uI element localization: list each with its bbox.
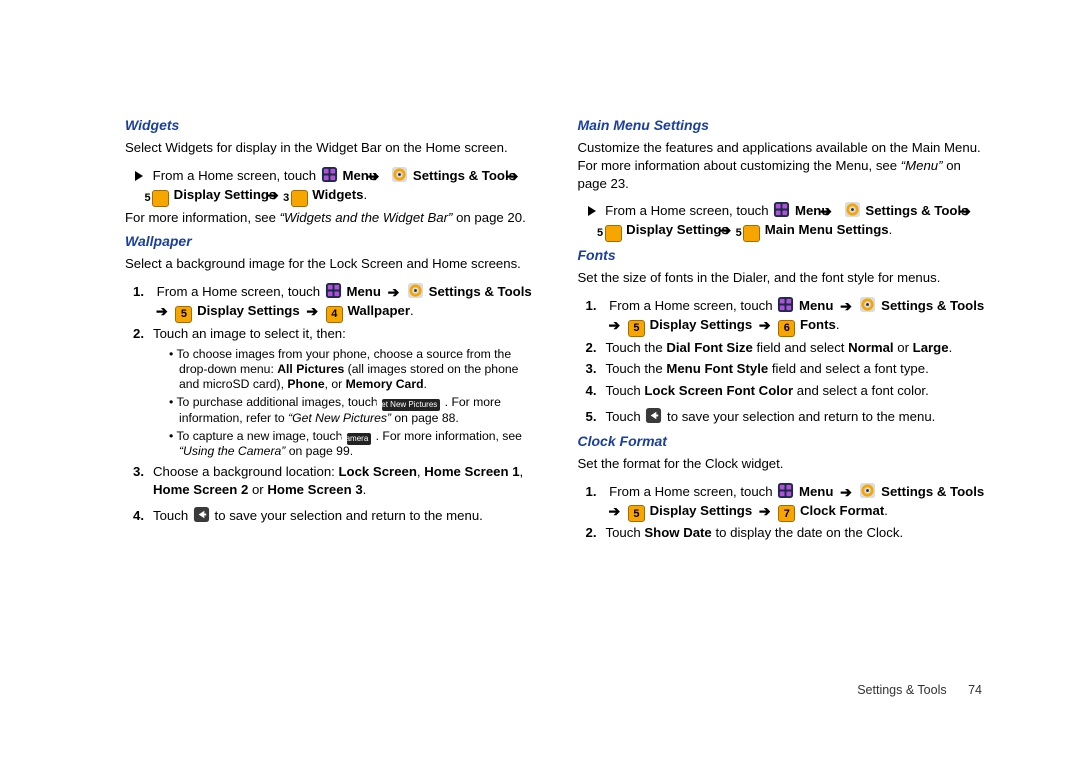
gear-icon [859,296,876,313]
number-badge-3: 3 [291,190,308,207]
fonts-step-3: 3.Touch the Menu Font Style field and se… [606,360,991,378]
number-badge-5: 5 [743,225,760,242]
number-badge-5: 5 [152,190,169,207]
number-badge-4: 4 [326,306,343,323]
arrow-icon: ➔ [606,316,624,335]
triangle-bullet-icon [135,171,143,181]
right-column: Main Menu Settings Customize the feature… [578,110,991,546]
menu-grid-icon [777,296,794,313]
number-badge-5: 5 [175,306,192,323]
wallpaper-intro: Select a background image for the Lock S… [125,255,538,273]
widgets-label: Widgets [312,187,363,202]
menu-grid-icon [777,482,794,499]
clock-step-2: 2.Touch Show Date to display the date on… [606,524,991,542]
clock-intro: Set the format for the Clock widget. [578,455,991,473]
wallpaper-step-2: 2.Touch an image to select it, then: [153,325,538,343]
fonts-step-4: 4.Touch Lock Screen Font Color and selec… [606,382,991,400]
settings-label: Settings & Tools [413,168,516,183]
gear-icon [859,482,876,499]
footer-page-number: 74 [968,683,982,697]
clock-heading: Clock Format [578,432,991,451]
clock-step-1: 1. From a Home screen, touch Menu ➔ Sett… [606,479,991,521]
mainmenu-intro: Customize the features and applications … [578,139,991,192]
number-badge-5: 5 [628,320,645,337]
camera-pill-icon: Camera [347,433,371,445]
arrow-icon: ➔ [381,167,387,186]
menu-grid-icon [325,282,342,299]
arrow-icon: ➔ [837,483,855,502]
back-arrow-icon [645,407,662,424]
gear-icon [391,166,408,183]
triangle-bullet-icon [588,206,596,216]
display-settings-label: Display Settings [174,187,277,202]
widgets-intro: Select Widgets for display in the Widget… [125,139,538,157]
widgets-more-info: For more information, see “Widgets and t… [125,209,538,227]
get-new-pictures-icon: Get New Pictures [382,399,440,411]
footer-section: Settings & Tools [857,683,946,697]
arrow-icon: ➔ [972,202,978,221]
wallpaper-step-3: 3.Choose a background location: Lock Scr… [153,463,538,499]
arrow-icon: ➔ [385,283,403,302]
number-badge-6: 6 [778,320,795,337]
arrow-icon: ➔ [606,502,624,521]
text: From a Home screen, touch [153,168,316,183]
arrow-icon: ➔ [833,202,839,221]
menu-grid-icon [773,201,790,218]
wallpaper-step-1: 1. From a Home screen, touch Menu ➔ Sett… [153,279,538,321]
back-arrow-icon [193,506,210,523]
fonts-step-1: 1. From a Home screen, touch Menu ➔ Sett… [606,293,991,335]
number-badge-7: 7 [778,505,795,522]
left-column: Widgets Select Widgets for display in th… [125,110,538,546]
wallpaper-bullet-1: To choose images from your phone, choose… [179,347,538,393]
fonts-step-5: 5.Touch to save your selection and retur… [606,404,991,426]
wallpaper-step-4: 4.Touch to save your selection and retur… [153,503,538,525]
arrow-icon: ➔ [520,167,526,186]
two-column-layout: Widgets Select Widgets for display in th… [125,110,990,546]
fonts-step-2: 2.Touch the Dial Font Size field and sel… [606,339,991,357]
gear-icon [844,201,861,218]
arrow-icon: ➔ [756,316,774,335]
arrow-icon: ➔ [303,302,321,321]
fonts-intro: Set the size of fonts in the Dialer, and… [578,269,991,287]
number-badge-5: 5 [628,505,645,522]
mainmenu-nav: From a Home screen, touch Menu ➔ Setting… [578,198,991,240]
widgets-nav: From a Home screen, touch Menu ➔ Setting… [125,163,538,205]
menu-grid-icon [321,166,338,183]
manual-page: Widgets Select Widgets for display in th… [0,0,1080,771]
wallpaper-bullet-3: To capture a new image, touch Camera . F… [179,429,538,460]
arrow-icon: ➔ [153,302,171,321]
number-badge-5: 5 [605,225,622,242]
gear-icon [407,282,424,299]
arrow-icon: ➔ [837,297,855,316]
mainmenu-heading: Main Menu Settings [578,116,991,135]
page-footer: Settings & Tools 74 [857,682,982,699]
fonts-heading: Fonts [578,246,991,265]
widgets-heading: Widgets [125,116,538,135]
wallpaper-heading: Wallpaper [125,232,538,251]
wallpaper-bullet-2: To purchase additional images, touch Get… [179,395,538,426]
arrow-icon: ➔ [756,502,774,521]
